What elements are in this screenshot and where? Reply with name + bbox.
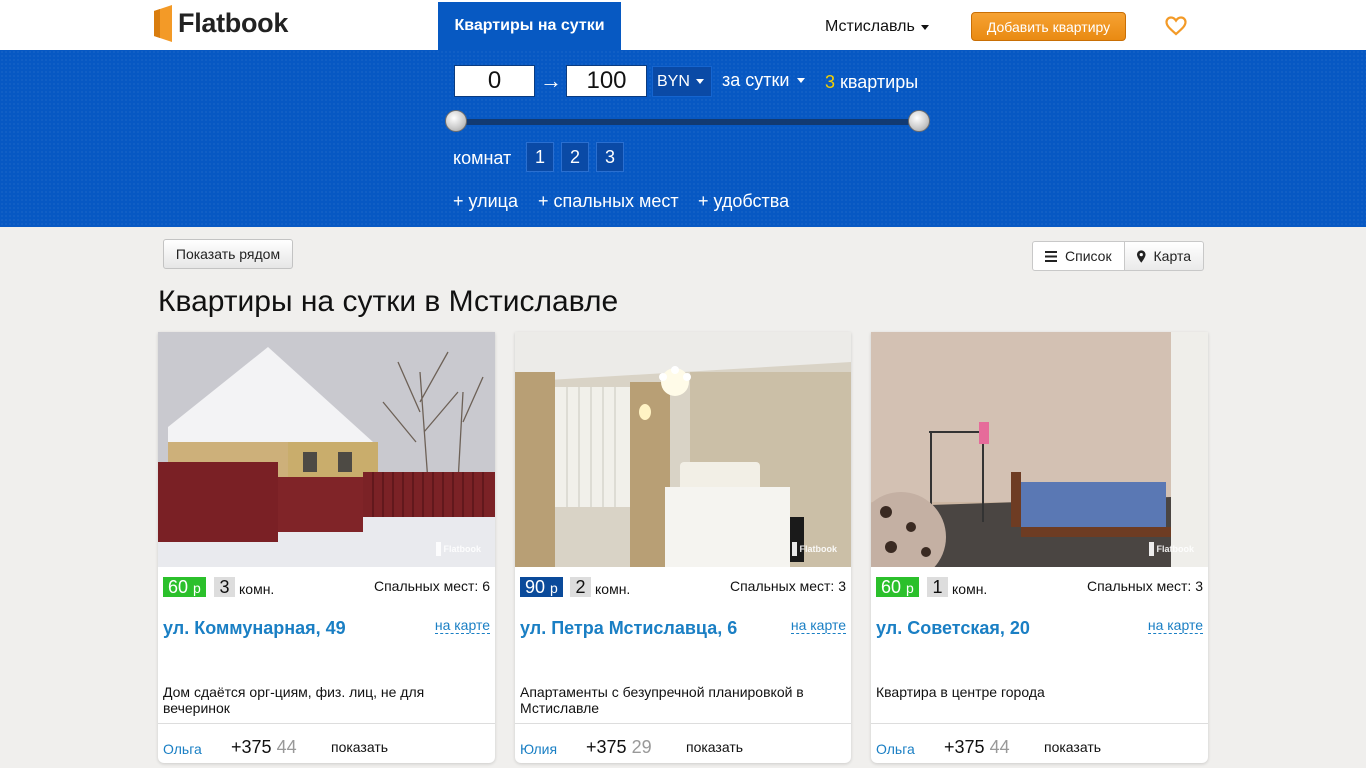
logo-text: Flatbook — [178, 7, 289, 38]
photo-watermark: Flatbook — [791, 542, 837, 556]
photo-watermark: Flatbook — [1148, 542, 1194, 556]
host-name-link[interactable]: Юлия — [520, 741, 557, 757]
sleeping-places: Спальных мест: 6 — [373, 578, 490, 594]
view-map-label: Карта — [1153, 248, 1191, 264]
show-phone-button[interactable]: показать — [686, 739, 743, 755]
host-name-link[interactable]: Ольга — [163, 741, 202, 757]
rooms-unit: комн. — [239, 581, 275, 597]
listing-address-link[interactable]: ул. Коммунарная, 49 — [163, 618, 346, 639]
map-pin-icon — [1137, 249, 1146, 263]
price-badge: 60 р — [876, 577, 919, 597]
listing-photo-house[interactable]: Flatbook — [158, 332, 495, 567]
price-badge: 90 р — [520, 577, 563, 597]
sleeping-places: Спальных мест: 3 — [1086, 578, 1203, 594]
results-count-number: 3 — [825, 72, 836, 92]
add-amenities-filter-link[interactable]: + удобства — [698, 191, 789, 212]
currency-dropdown[interactable]: BYN — [652, 66, 712, 97]
sleeping-places: Спальных мест: 3 — [729, 578, 846, 594]
nav-tab-daily-rent[interactable]: Квартиры на сутки — [438, 2, 621, 50]
caret-down-icon — [920, 24, 929, 30]
price-slider-max-handle[interactable] — [908, 110, 930, 132]
listing-card[interactable]: Flatbook 60 р 1 комн. Спальных мест: 3 ул… — [871, 332, 1208, 763]
door-logo-icon — [154, 4, 172, 42]
view-list-label: Список — [1065, 248, 1112, 264]
divider — [871, 723, 1208, 724]
rooms-option-1[interactable]: 1 — [526, 142, 554, 172]
list-icon — [1045, 250, 1057, 262]
photo-watermark: Flatbook — [435, 542, 481, 556]
listing-address-link[interactable]: ул. Советская, 20 — [876, 618, 1030, 639]
show-nearby-button[interactable]: Показать рядом — [163, 239, 293, 269]
phone-number: +375 44 — [944, 737, 1010, 757]
price-value: 60 — [881, 577, 902, 597]
divider — [515, 723, 851, 724]
rooms-count-badge: 1 — [927, 577, 948, 597]
view-map-button[interactable]: Карта — [1125, 241, 1204, 271]
host-name-link[interactable]: Ольга — [876, 741, 915, 757]
price-slider-min-handle[interactable] — [445, 110, 467, 132]
view-list-button[interactable]: Список — [1032, 241, 1125, 271]
price-badge: 60 р — [163, 577, 206, 597]
listing-description: Дом сдаётся орг-циям, физ. лиц, не для в… — [163, 684, 425, 716]
show-phone-button[interactable]: показать — [1044, 739, 1101, 755]
favorites-heart-icon[interactable] — [1165, 16, 1187, 36]
add-street-filter-link[interactable]: + улица — [453, 191, 518, 212]
price-unit: р — [906, 580, 914, 596]
listing-address-link[interactable]: ул. Петра Мстиславца, 6 — [520, 618, 737, 639]
rooms-count-badge: 3 — [214, 577, 235, 597]
listing-card[interactable]: Flatbook 90 р 2 комн. Спальных мест: 3 ул… — [515, 332, 851, 763]
price-unit: р — [193, 580, 201, 596]
results-count-label: квартиры — [840, 72, 919, 92]
rooms-unit: комн. — [952, 581, 988, 597]
phone-number: +375 29 — [586, 737, 652, 757]
price-slider-track[interactable] — [456, 119, 930, 125]
period-dropdown[interactable]: за сутки — [722, 70, 806, 91]
caret-down-icon — [695, 79, 704, 84]
listing-description: Квартира в центре города — [876, 684, 1045, 700]
caret-down-icon — [797, 78, 806, 83]
rooms-label: комнат — [453, 148, 512, 168]
page-title: Квартиры на сутки в Мстиславле — [158, 285, 619, 318]
top-navigation: Flatbook Квартиры на сутки Мстиславль До… — [0, 0, 1366, 50]
price-min-input[interactable]: 0 — [454, 65, 535, 97]
on-map-link[interactable]: на карте — [434, 618, 490, 634]
view-toggle: Список Карта — [1032, 241, 1204, 271]
period-label: за сутки — [722, 70, 790, 90]
currency-label: BYN — [657, 72, 690, 90]
listing-description: Апартаменты с безупречной планировкой в … — [520, 684, 804, 716]
show-phone-button[interactable]: показать — [331, 739, 388, 755]
on-map-link[interactable]: на карте — [790, 618, 846, 634]
logo[interactable]: Flatbook — [154, 4, 288, 42]
listing-photo-room[interactable]: Flatbook — [871, 332, 1208, 582]
results-count: 3 квартиры — [825, 72, 918, 93]
rooms-count-badge: 2 — [570, 577, 591, 597]
divider — [158, 723, 495, 724]
price-unit: р — [550, 580, 558, 596]
rooms-option-3[interactable]: 3 — [596, 142, 624, 172]
price-value: 90 — [525, 577, 546, 597]
price-value: 60 — [168, 577, 189, 597]
filter-panel: 0 → 100 BYN за сутки 3 квартиры комнат 1… — [0, 50, 1366, 227]
add-apartment-button[interactable]: Добавить квартиру — [971, 12, 1126, 41]
add-beds-filter-link[interactable]: + спальных мест — [538, 191, 679, 212]
city-label: Мстиславль — [825, 18, 915, 35]
rooms-option-2[interactable]: 2 — [561, 142, 589, 172]
on-map-link[interactable]: на карте — [1147, 618, 1203, 634]
phone-number: +375 44 — [231, 737, 297, 757]
listing-card[interactable]: Flatbook 60 р 3 комн. Спальных мест: 6 ул… — [158, 332, 495, 763]
price-max-input[interactable]: 100 — [566, 65, 647, 97]
rooms-unit: комн. — [595, 581, 631, 597]
range-arrow: → — [540, 68, 562, 93]
listing-photo-bedroom[interactable]: Flatbook — [515, 332, 851, 567]
city-dropdown[interactable]: Мстиславль — [825, 18, 929, 36]
